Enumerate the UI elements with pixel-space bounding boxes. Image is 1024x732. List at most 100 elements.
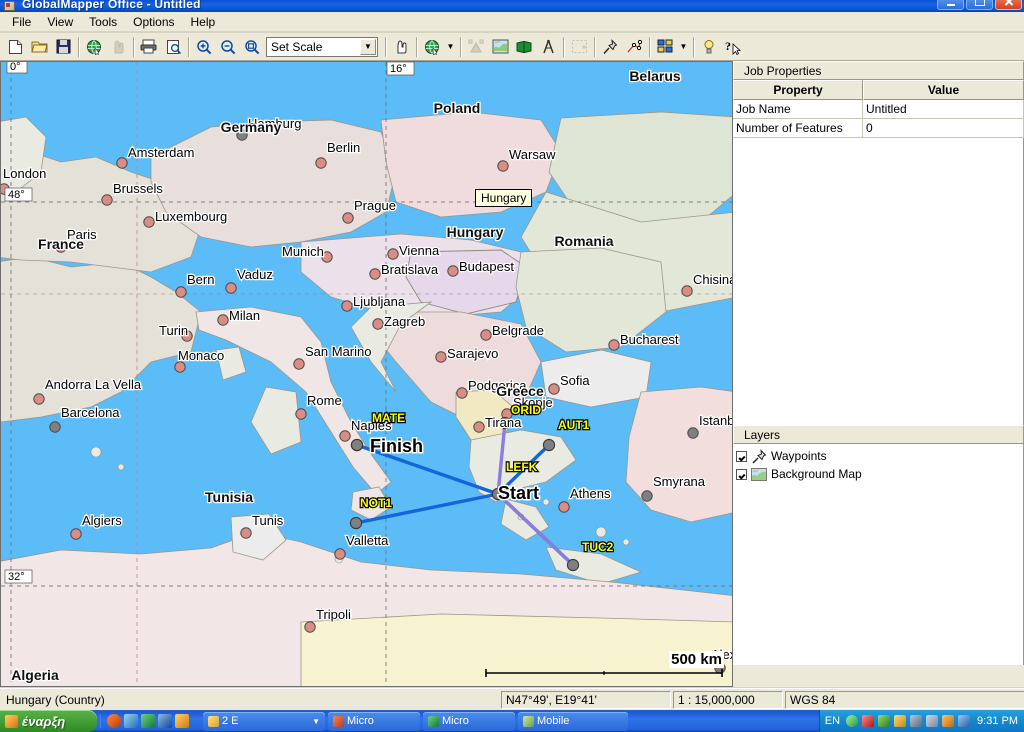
minimize-button[interactable] (937, 0, 964, 10)
globe-dropdown-arrow[interactable]: ▼ (444, 35, 457, 58)
waypoint-marker[interactable] (641, 490, 653, 502)
menu-item-view[interactable]: View (39, 13, 81, 31)
green-book-icon[interactable] (512, 35, 536, 58)
city-marker[interactable] (339, 430, 351, 442)
print-icon[interactable] (137, 35, 161, 58)
city-marker[interactable] (548, 383, 560, 395)
chevron-down-icon[interactable]: ▼ (312, 717, 320, 726)
waypoint-marker[interactable] (542, 438, 556, 452)
table-row[interactable]: Number of Features 0 (733, 119, 1024, 138)
city-marker[interactable] (480, 329, 492, 341)
city-marker[interactable] (175, 286, 187, 298)
column-header-value[interactable]: Value (863, 80, 1024, 100)
layer-checkbox-waypoints[interactable] (736, 450, 747, 462)
task-button-explorer[interactable]: 2 E ▼ (203, 711, 325, 731)
city-marker[interactable] (143, 216, 155, 228)
task-button-micro-2[interactable]: Micro (423, 711, 515, 731)
display-icon[interactable] (958, 715, 971, 727)
shield-icon[interactable] (862, 715, 875, 727)
measure-compass-icon[interactable] (536, 35, 560, 58)
list-item[interactable]: Waypoints (733, 447, 1023, 465)
column-header-property[interactable]: Property (733, 80, 863, 100)
browser-icon[interactable] (124, 714, 138, 728)
pan-hand-icon[interactable] (389, 35, 413, 58)
city-marker[interactable] (240, 527, 252, 539)
context-help-icon[interactable]: ? (721, 35, 745, 58)
waypoint-marker[interactable] (49, 421, 61, 433)
city-marker[interactable] (681, 285, 693, 297)
scale-combobox[interactable]: Set Scale ▼ (266, 36, 378, 57)
usb-icon[interactable] (878, 715, 891, 727)
list-item[interactable]: Background Map (733, 465, 1023, 483)
globe-load-icon[interactable] (82, 35, 106, 58)
outlook-icon[interactable] (158, 714, 172, 728)
city-marker[interactable] (558, 501, 570, 513)
city-marker[interactable] (456, 387, 468, 399)
maximize-button[interactable] (966, 0, 993, 10)
city-marker[interactable] (447, 265, 459, 277)
city-marker[interactable] (334, 548, 346, 560)
city-marker[interactable] (608, 339, 620, 351)
layers-dropdown-arrow[interactable]: ▼ (677, 35, 690, 58)
layers-icon[interactable] (653, 35, 677, 58)
menu-item-tools[interactable]: Tools (81, 13, 125, 31)
map-graphic[interactable]: HamburgAmsterdam Berlin WarsawLondonBrusse… (1, 62, 732, 686)
print-preview-icon[interactable] (161, 35, 185, 58)
sound-icon[interactable] (926, 715, 939, 727)
layer-checkbox-background-map[interactable] (736, 468, 747, 480)
waypoint-marker[interactable] (349, 516, 363, 530)
route-path-icon[interactable] (622, 35, 646, 58)
update-icon[interactable] (942, 715, 955, 727)
city-marker[interactable] (174, 361, 186, 373)
help-lightbulb-icon[interactable] (697, 35, 721, 58)
notes-icon[interactable] (175, 714, 189, 728)
menu-item-file[interactable]: File (4, 13, 39, 31)
city-marker[interactable] (341, 300, 353, 312)
city-marker[interactable] (497, 160, 509, 172)
city-marker[interactable] (293, 358, 305, 370)
media-player-icon[interactable] (107, 714, 121, 728)
city-marker[interactable] (372, 318, 384, 330)
city-marker[interactable] (295, 408, 307, 420)
city-marker[interactable] (304, 621, 316, 633)
printer-icon[interactable] (910, 715, 923, 727)
taskbar-clock[interactable]: 9:31 PM (977, 715, 1018, 727)
city-marker[interactable] (342, 212, 354, 224)
close-button[interactable] (995, 0, 1022, 10)
pushpin-icon[interactable] (598, 35, 622, 58)
menu-item-help[interactable]: Help (183, 13, 224, 31)
city-marker[interactable] (217, 314, 229, 326)
new-document-icon[interactable] (3, 35, 27, 58)
chevron-down-icon[interactable]: ▼ (360, 38, 376, 55)
table-row[interactable]: Job Name Untitled (733, 100, 1024, 119)
open-folder-icon[interactable] (27, 35, 51, 58)
network-icon[interactable] (846, 715, 859, 727)
city-marker[interactable] (435, 351, 447, 363)
city-marker[interactable] (70, 528, 82, 540)
city-marker[interactable] (101, 194, 113, 206)
globe-select-icon[interactable] (420, 35, 444, 58)
city-marker[interactable] (116, 157, 128, 169)
language-indicator[interactable]: EN (825, 715, 840, 727)
start-button[interactable]: έναρξη (0, 710, 97, 732)
zoom-in-icon[interactable] (192, 35, 216, 58)
city-marker[interactable] (315, 157, 327, 169)
job-name-value[interactable]: Untitled (863, 100, 1024, 119)
city-marker[interactable] (369, 268, 381, 280)
task-button-mobile[interactable]: Mobile (518, 711, 628, 731)
city-marker[interactable] (473, 421, 485, 433)
zoom-extent-icon[interactable] (240, 35, 264, 58)
city-marker[interactable] (225, 282, 237, 294)
waypoint-marker[interactable] (350, 438, 364, 452)
task-button-micro-1[interactable]: Micro (328, 711, 420, 731)
world-map-icon[interactable] (488, 35, 512, 58)
excel-icon[interactable] (141, 714, 155, 728)
city-marker[interactable] (387, 248, 399, 260)
waypoint-marker[interactable] (687, 427, 699, 439)
save-disk-icon[interactable] (51, 35, 75, 58)
map-canvas[interactable]: Hamburg Amsterdam Berlin Warsaw London Brusse… (0, 61, 733, 687)
city-marker[interactable] (33, 393, 45, 405)
feature-count-value[interactable]: 0 (863, 119, 1024, 138)
menu-item-options[interactable]: Options (125, 13, 182, 31)
battery-icon[interactable] (894, 715, 907, 727)
